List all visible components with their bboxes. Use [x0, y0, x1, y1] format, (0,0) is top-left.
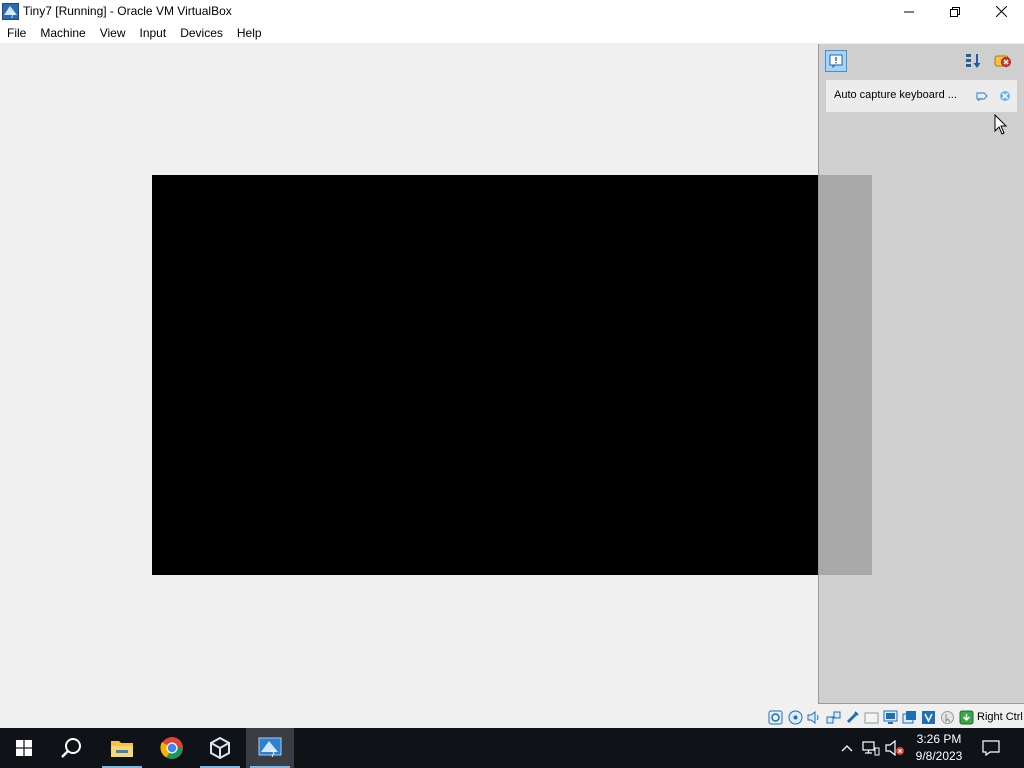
optical-drive-icon[interactable]	[788, 710, 803, 725]
dismiss-icon[interactable]	[994, 85, 1016, 107]
taskbar: 7 3:26 PM 9/8/2023	[0, 728, 1024, 768]
vm-status-bar: Right Ctrl	[0, 707, 1024, 728]
menu-machine[interactable]: Machine	[33, 23, 92, 43]
window-titlebar: 7 Tiny7 [Running] - Oracle VM VirtualBox	[0, 0, 1024, 23]
taskbar-clock[interactable]: 3:26 PM 9/8/2023	[906, 731, 972, 765]
virtualbox-vm-icon: 7	[2, 3, 19, 20]
menu-input[interactable]: Input	[133, 23, 174, 43]
menu-file[interactable]: File	[0, 23, 33, 43]
keyboard-capture-icon[interactable]	[959, 710, 974, 725]
restore-button[interactable]	[932, 0, 978, 23]
audio-icon[interactable]	[806, 710, 821, 725]
vm-screen[interactable]	[152, 175, 872, 575]
mouse-integration-icon[interactable]	[940, 710, 955, 725]
hard-disk-icon[interactable]	[768, 710, 783, 725]
minimize-button[interactable]	[886, 0, 932, 23]
clock-time: 3:26 PM	[916, 732, 962, 746]
usb-icon[interactable]	[845, 710, 860, 725]
video-capture-icon[interactable]	[902, 710, 917, 725]
menu-bar: File Machine View Input Devices Help	[0, 23, 1024, 43]
pin-icon[interactable]	[971, 85, 993, 107]
menu-help[interactable]: Help	[230, 23, 269, 43]
virtualbox-vm-icon[interactable]: 7	[246, 728, 294, 768]
mouse-cursor-icon	[994, 113, 1008, 136]
notification-item: Auto capture keyboard ...	[826, 80, 1017, 112]
menu-view[interactable]: View	[93, 23, 133, 43]
svg-text:7: 7	[270, 750, 276, 759]
menu-devices[interactable]: Devices	[173, 23, 230, 43]
show-hidden-icons-icon[interactable]	[836, 728, 858, 768]
notification-message: Auto capture keyboard ...	[834, 89, 957, 101]
clock-date: 9/8/2023	[915, 749, 963, 763]
network-tray-icon[interactable]	[860, 728, 882, 768]
notification-center-icon[interactable]	[825, 50, 847, 72]
notification-center-panel: Auto capture keyboard ...	[818, 44, 1024, 704]
display-icon[interactable]	[883, 710, 898, 725]
close-button[interactable]	[978, 0, 1024, 23]
svg-text:7: 7	[10, 12, 14, 20]
window-title: Tiny7 [Running] - Oracle VM VirtualBox	[23, 4, 232, 18]
file-explorer-icon[interactable]	[98, 728, 146, 768]
network-icon[interactable]	[826, 710, 841, 725]
sort-order-icon[interactable]	[963, 50, 985, 72]
action-center-icon[interactable]	[980, 728, 1002, 768]
vm-screen-overlay	[819, 175, 872, 575]
virtualbox-manager-icon[interactable]	[196, 728, 244, 768]
shared-folders-icon[interactable]	[864, 710, 879, 725]
volume-muted-icon[interactable]	[884, 728, 906, 768]
host-key-label[interactable]: Right Ctrl	[977, 711, 1023, 723]
close-all-icon[interactable]	[992, 50, 1014, 72]
chrome-icon[interactable]	[148, 728, 196, 768]
start-icon[interactable]	[0, 728, 48, 768]
vt-x-icon[interactable]	[921, 710, 936, 725]
search-icon[interactable]	[48, 728, 96, 768]
